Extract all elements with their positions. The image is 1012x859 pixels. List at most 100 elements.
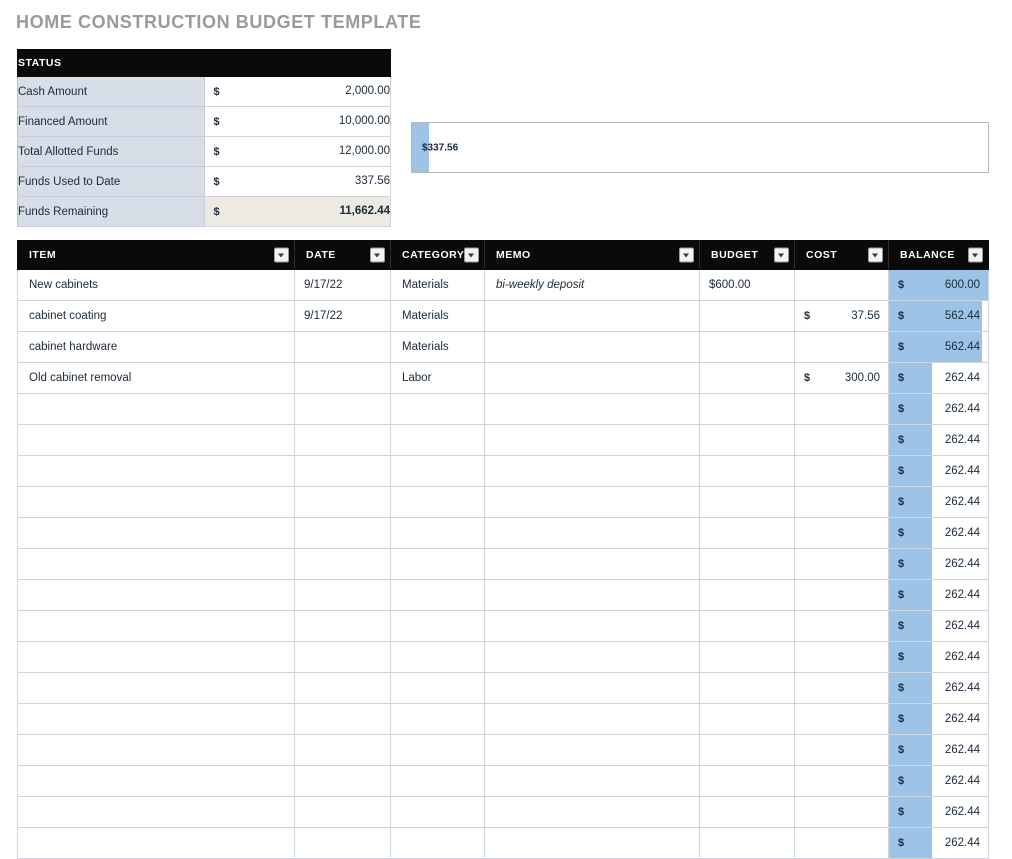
cell-memo[interactable] (484, 610, 700, 642)
cell-balance[interactable]: $262.44 (888, 796, 989, 828)
cell-category[interactable] (390, 548, 485, 580)
cell-date[interactable] (294, 331, 391, 363)
cell-category[interactable] (390, 517, 485, 549)
cell-cost[interactable] (794, 796, 889, 828)
cell-date[interactable] (294, 703, 391, 735)
cell-memo[interactable] (484, 517, 700, 549)
filter-dropdown-icon-balance[interactable] (968, 247, 983, 263)
cell-date[interactable] (294, 424, 391, 456)
cell-item[interactable] (17, 827, 295, 859)
cell-date[interactable] (294, 827, 391, 859)
cell-balance[interactable]: $562.44 (888, 331, 989, 363)
cell-balance[interactable]: $262.44 (888, 548, 989, 580)
cell-item[interactable]: cabinet hardware (17, 331, 295, 363)
cell-cost[interactable]: $37.56 (794, 300, 889, 332)
cell-balance[interactable]: $262.44 (888, 579, 989, 611)
cell-budget[interactable] (699, 300, 795, 332)
cell-budget[interactable] (699, 672, 795, 704)
cell-category[interactable] (390, 827, 485, 859)
cell-date[interactable] (294, 548, 391, 580)
cell-balance[interactable]: $262.44 (888, 517, 989, 549)
cell-date[interactable] (294, 672, 391, 704)
cell-budget[interactable] (699, 548, 795, 580)
cell-date[interactable] (294, 486, 391, 518)
filter-dropdown-icon-memo[interactable] (679, 247, 694, 263)
cell-category[interactable]: Labor (390, 362, 485, 394)
cell-budget[interactable] (699, 610, 795, 642)
cell-category[interactable]: Materials (390, 331, 485, 363)
cell-balance[interactable]: $262.44 (888, 672, 989, 704)
cell-memo[interactable] (484, 579, 700, 611)
cell-category[interactable] (390, 455, 485, 487)
cell-item[interactable] (17, 610, 295, 642)
cell-item[interactable] (17, 765, 295, 797)
cell-item[interactable] (17, 486, 295, 518)
cell-balance[interactable]: $262.44 (888, 486, 989, 518)
cell-balance[interactable]: $262.44 (888, 424, 989, 456)
cell-budget[interactable] (699, 362, 795, 394)
cell-date[interactable] (294, 765, 391, 797)
cell-cost[interactable] (794, 610, 889, 642)
cell-item[interactable] (17, 424, 295, 456)
cell-balance[interactable]: $262.44 (888, 765, 989, 797)
cell-cost[interactable] (794, 424, 889, 456)
cell-budget[interactable] (699, 393, 795, 425)
cell-cost[interactable]: $300.00 (794, 362, 889, 394)
cell-memo[interactable] (484, 331, 700, 363)
cell-cost[interactable] (794, 827, 889, 859)
cell-cost[interactable] (794, 486, 889, 518)
cell-balance[interactable]: $262.44 (888, 455, 989, 487)
cell-cost[interactable] (794, 703, 889, 735)
cell-balance[interactable]: $262.44 (888, 610, 989, 642)
cell-category[interactable] (390, 734, 485, 766)
cell-cost[interactable] (794, 331, 889, 363)
cell-cost[interactable] (794, 765, 889, 797)
cell-item[interactable]: Old cabinet removal (17, 362, 295, 394)
cell-item[interactable] (17, 517, 295, 549)
cell-date[interactable] (294, 517, 391, 549)
cell-balance[interactable]: $562.44 (888, 300, 989, 332)
cell-memo[interactable] (484, 486, 700, 518)
cell-balance[interactable]: $262.44 (888, 393, 989, 425)
cell-balance[interactable]: $600.00 (888, 269, 989, 301)
cell-date[interactable] (294, 362, 391, 394)
filter-dropdown-icon-cost[interactable] (868, 247, 883, 263)
cell-budget[interactable] (699, 579, 795, 611)
cell-memo[interactable]: bi-weekly deposit (484, 269, 700, 301)
cell-memo[interactable] (484, 424, 700, 456)
filter-dropdown-icon-budget[interactable] (774, 247, 789, 263)
cell-budget[interactable] (699, 517, 795, 549)
cell-cost[interactable] (794, 734, 889, 766)
cell-category[interactable] (390, 486, 485, 518)
cell-budget[interactable]: $600.00 (699, 269, 795, 301)
cell-item[interactable]: New cabinets (17, 269, 295, 301)
cell-budget[interactable] (699, 331, 795, 363)
filter-dropdown-icon-item[interactable] (274, 247, 289, 263)
cell-balance[interactable]: $262.44 (888, 734, 989, 766)
cell-date[interactable] (294, 641, 391, 673)
cell-cost[interactable] (794, 641, 889, 673)
cell-balance[interactable]: $262.44 (888, 362, 989, 394)
cell-budget[interactable] (699, 455, 795, 487)
cell-memo[interactable] (484, 827, 700, 859)
cell-budget[interactable] (699, 765, 795, 797)
cell-item[interactable] (17, 548, 295, 580)
cell-budget[interactable] (699, 486, 795, 518)
cell-item[interactable] (17, 672, 295, 704)
cell-budget[interactable] (699, 641, 795, 673)
cell-budget[interactable] (699, 796, 795, 828)
cell-cost[interactable] (794, 517, 889, 549)
cell-item[interactable] (17, 796, 295, 828)
cell-category[interactable] (390, 393, 485, 425)
cell-memo[interactable] (484, 393, 700, 425)
cell-category[interactable] (390, 610, 485, 642)
cell-category[interactable]: Materials (390, 269, 485, 301)
filter-dropdown-icon-category[interactable] (464, 247, 479, 263)
cell-balance[interactable]: $262.44 (888, 827, 989, 859)
cell-memo[interactable] (484, 672, 700, 704)
cell-category[interactable] (390, 703, 485, 735)
cell-cost[interactable] (794, 455, 889, 487)
cell-budget[interactable] (699, 734, 795, 766)
cell-date[interactable] (294, 393, 391, 425)
cell-item[interactable] (17, 393, 295, 425)
